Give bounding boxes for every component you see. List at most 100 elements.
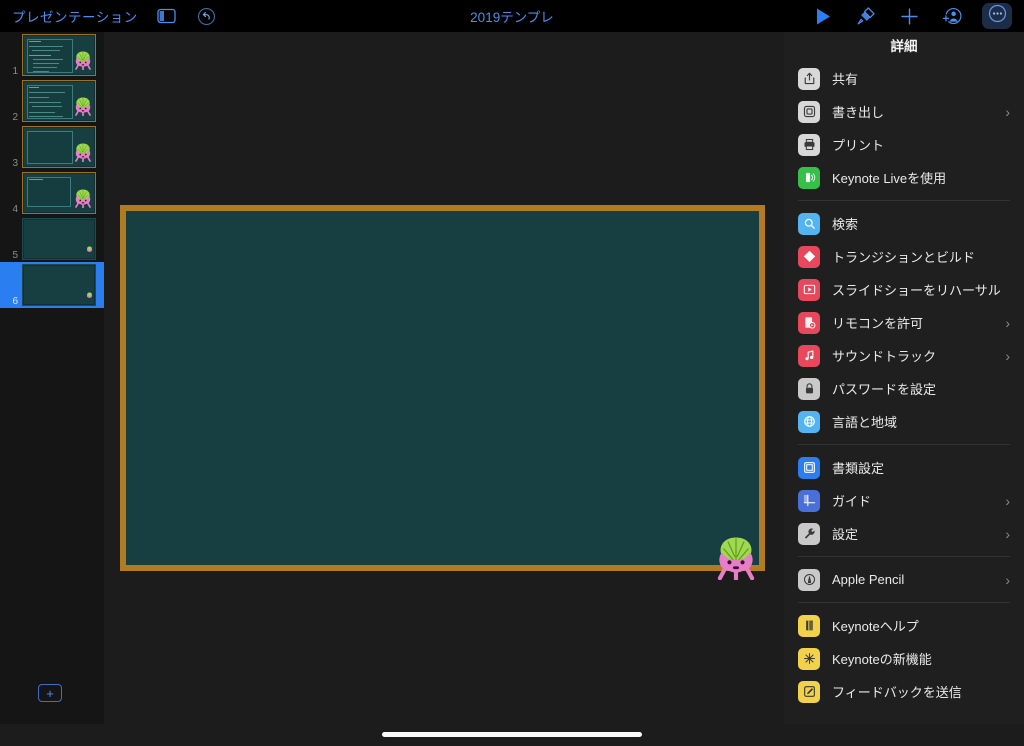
ellipsis-circle-icon [988, 4, 1007, 28]
chevron-right-icon: › [1005, 103, 1010, 120]
share-icon [798, 67, 820, 90]
slide-thumbnail-1[interactable]: 1 [0, 32, 104, 78]
transition-icon [798, 245, 820, 268]
slide-thumbnail-image [22, 126, 96, 168]
menu-item-keynote-help[interactable]: Keynoteヘルプ [784, 609, 1024, 642]
menu-item-settings[interactable]: 設定 › [784, 517, 1024, 550]
menu-item-label: パスワードを設定 [832, 382, 937, 397]
whats-new-icon [798, 647, 820, 670]
documents-back-button[interactable]: プレゼンテーション [12, 6, 138, 26]
menu-item-allow-remote[interactable]: リモコンを許可 › [784, 306, 1024, 339]
more-options-button[interactable] [982, 3, 1012, 29]
export-icon [798, 100, 820, 123]
menu-item-label: 言語と地域 [832, 415, 898, 430]
detail-panel: 詳細 共有 書き出し › プリント Keynote Liveを使用 検索 トラン… [784, 32, 1024, 724]
current-slide[interactable] [120, 205, 765, 582]
menu-group-pencil: Apple Pencil › [784, 563, 1024, 596]
plus-icon: + [46, 685, 54, 701]
menu-group-settings: 書類設定 ガイド › 設定 › [784, 451, 1024, 550]
top-toolbar: プレゼンテーション 2019テンプレ [0, 0, 1024, 32]
menu-item-search[interactable]: 検索 [784, 207, 1024, 240]
pink-alien-mascot [73, 142, 93, 167]
menu-item-label: フィードバックを送信 [832, 685, 962, 700]
menu-item-label: リモコンを許可 [832, 316, 924, 331]
home-indicator[interactable] [382, 732, 642, 737]
help-book-icon [798, 614, 820, 637]
chevron-right-icon: › [1005, 492, 1010, 509]
slide-thumbnail-3[interactable]: 3 [0, 124, 104, 170]
menu-item-document-setup[interactable]: 書類設定 [784, 451, 1024, 484]
slide-thumbnail-5[interactable]: 5 [0, 216, 104, 262]
pink-alien-mascot [73, 188, 93, 213]
keynote-live-icon [798, 166, 820, 189]
menu-item-rehearse-slideshow[interactable]: スライドショーをリハーサル [784, 273, 1024, 306]
slide-canvas[interactable] [104, 32, 784, 724]
slide-thumbnail-image [22, 264, 96, 306]
slide-thumbnail-image [22, 80, 96, 122]
menu-item-keynote-live[interactable]: Keynote Liveを使用 [784, 161, 1024, 194]
menu-item-soundtrack[interactable]: サウンドトラック › [784, 339, 1024, 372]
plus-icon[interactable] [896, 3, 922, 29]
undo-icon[interactable] [196, 5, 218, 27]
menu-item-transitions[interactable]: トランジションとビルド [784, 240, 1024, 273]
slide-number-6: 6 [12, 296, 18, 307]
add-person-icon[interactable] [939, 3, 965, 29]
slide-thumbnail-6[interactable]: 6 [0, 262, 104, 308]
pink-alien-mascot [73, 96, 93, 121]
chevron-right-icon: › [1005, 314, 1010, 331]
menu-group-document: 共有 書き出し › プリント Keynote Liveを使用 [784, 62, 1024, 194]
menu-item-label: 共有 [832, 72, 859, 87]
menu-item-label: ガイド [832, 494, 872, 509]
slide-thumbnail-image [22, 172, 96, 214]
menu-item-guides[interactable]: ガイド › [784, 484, 1024, 517]
menu-item-label: スライドショーをリハーサル [832, 283, 1001, 298]
paintbrush-icon[interactable] [853, 3, 879, 29]
add-slide-button[interactable]: + [38, 684, 62, 702]
slide-number-1: 1 [12, 66, 18, 77]
pink-alien-mascot [73, 50, 93, 75]
slide-number-2: 2 [12, 112, 18, 123]
menu-item-label: Keynoteの新機能 [832, 652, 932, 667]
chevron-right-icon: › [1005, 525, 1010, 542]
rehearse-play-icon [798, 278, 820, 301]
menu-item-label: サウンドトラック [832, 349, 937, 364]
apple-pencil-icon [798, 568, 820, 591]
menu-item-label: プリント [832, 138, 885, 153]
play-icon[interactable] [810, 3, 836, 29]
menu-item-send-feedback[interactable]: フィードバックを送信 [784, 675, 1024, 708]
slide-thumbnail-2[interactable]: 2 [0, 78, 104, 124]
menu-item-label: 書類設定 [832, 461, 885, 476]
pink-alien-mascot [86, 286, 93, 304]
toolbar-left-group: プレゼンテーション [0, 5, 218, 27]
panel-title: 詳細 [890, 39, 918, 54]
menu-divider [798, 444, 1010, 445]
bottom-bar [0, 724, 1024, 746]
pink-alien-mascot[interactable] [713, 534, 759, 585]
menu-item-label: トランジションとビルド [832, 250, 976, 265]
menu-item-share[interactable]: 共有 [784, 62, 1024, 95]
pink-alien-mascot [86, 240, 93, 258]
menu-item-label: Apple Pencil [832, 572, 905, 587]
menu-item-whats-new[interactable]: Keynoteの新機能 [784, 642, 1024, 675]
sidebar-toggle-icon[interactable] [156, 5, 178, 27]
menu-group-help: Keynoteヘルプ Keynoteの新機能 フィードバックを送信 [784, 609, 1024, 708]
music-note-icon [798, 344, 820, 367]
slide-thumbnail-image [22, 34, 96, 76]
menu-item-label: 検索 [832, 217, 859, 232]
keynote-app-window: プレゼンテーション 2019テンプレ 1 2 3 4 5 6 + 詳細 共有 書… [0, 0, 1024, 746]
slide-navigator[interactable]: 1 2 3 4 5 6 + [0, 32, 104, 724]
menu-item-print[interactable]: プリント [784, 128, 1024, 161]
menu-divider [798, 602, 1010, 603]
slide-thumbnail-image [22, 218, 96, 260]
menu-item-apple-pencil[interactable]: Apple Pencil › [784, 563, 1024, 596]
chevron-right-icon: › [1005, 347, 1010, 364]
menu-item-set-password[interactable]: パスワードを設定 [784, 372, 1024, 405]
feedback-icon [798, 680, 820, 703]
menu-item-export[interactable]: 書き出し › [784, 95, 1024, 128]
wrench-icon [798, 522, 820, 545]
globe-icon [798, 410, 820, 433]
slide-thumbnail-4[interactable]: 4 [0, 170, 104, 216]
menu-item-language-region[interactable]: 言語と地域 [784, 405, 1024, 438]
printer-icon [798, 133, 820, 156]
menu-item-label: 設定 [832, 527, 859, 542]
